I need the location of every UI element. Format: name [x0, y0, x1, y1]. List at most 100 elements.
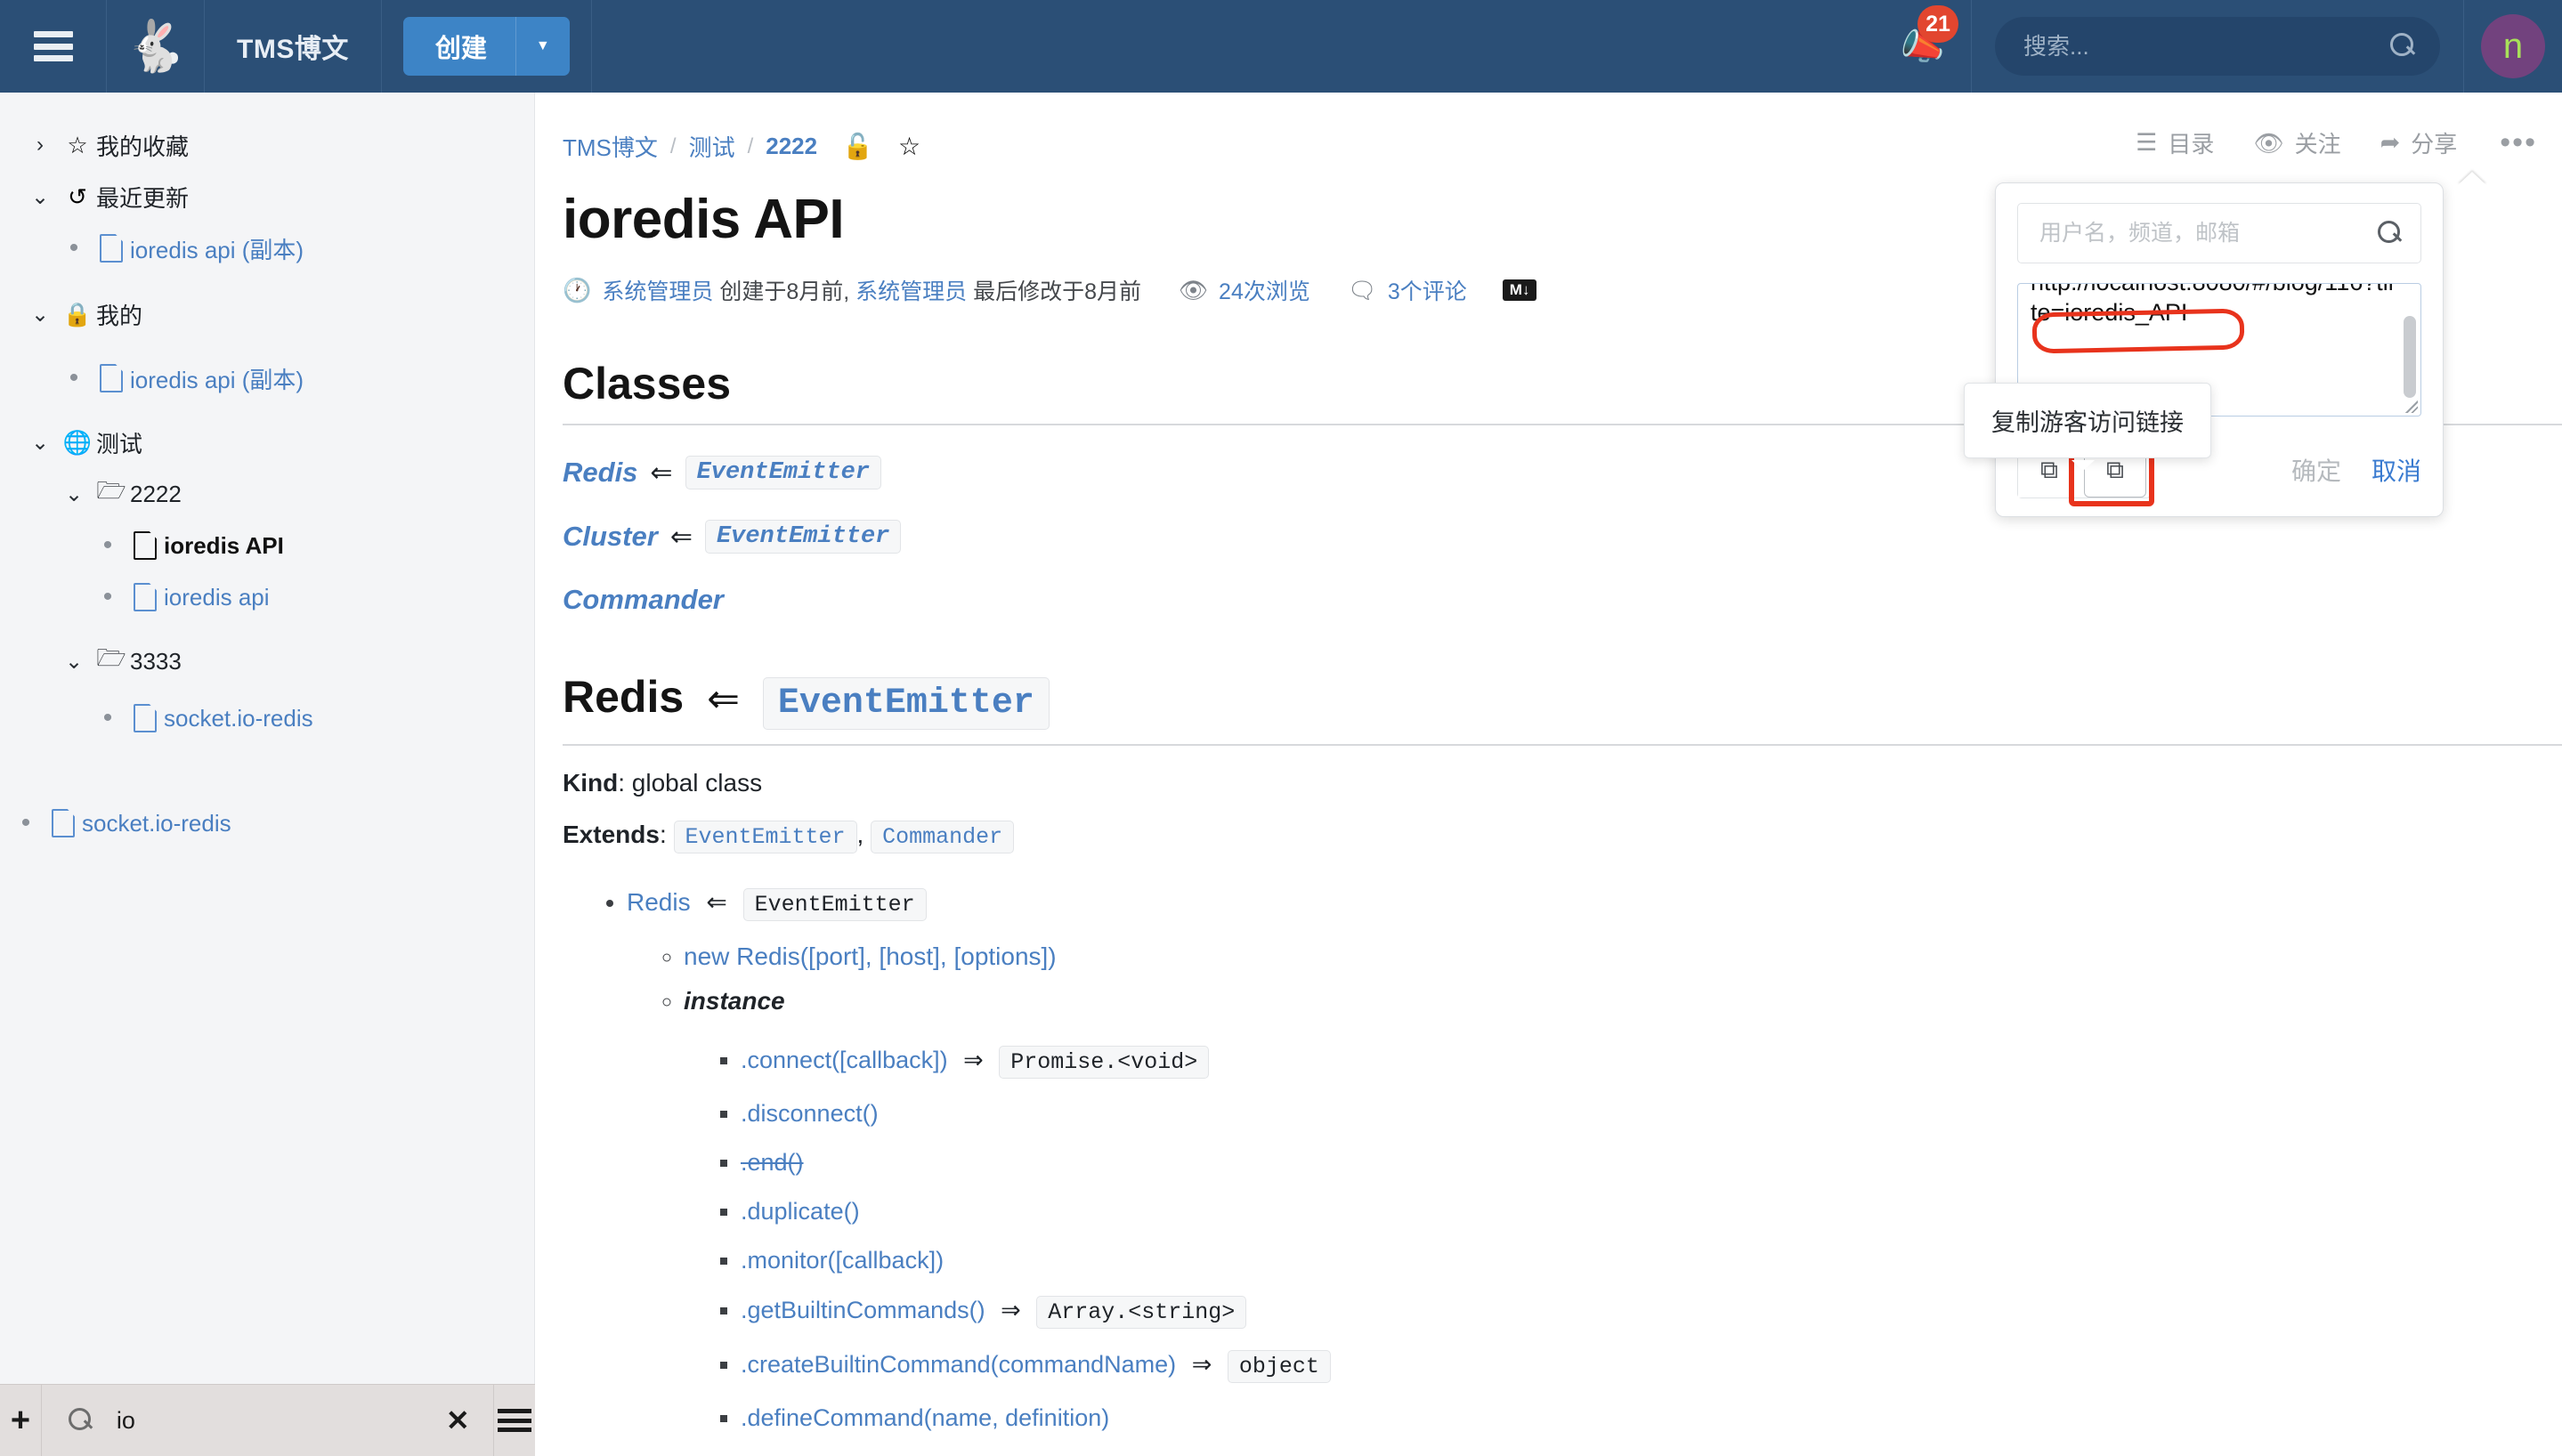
- list-icon: ☰: [2136, 129, 2158, 156]
- sidebar-item-label: socket.io-redis: [164, 704, 313, 732]
- sidebar-item-recent[interactable]: ⌄ ↺ 最近更新: [0, 171, 534, 222]
- chevron-down-icon[interactable]: ⌄: [55, 649, 93, 675]
- list-item: .defineCommand(name, definition): [741, 1404, 2562, 1432]
- more-actions-button[interactable]: •••: [2500, 127, 2537, 158]
- breadcrumb-item-2222[interactable]: 2222: [766, 133, 817, 160]
- sidebar-search-input[interactable]: [116, 1406, 432, 1435]
- class-entry-cluster: Cluster ⇐ EventEmitter: [563, 520, 2562, 554]
- sidebar-item-folder-3333[interactable]: ⌄ 🗁 3333: [0, 635, 534, 687]
- api-link-definecommand[interactable]: .defineCommand(name, definition): [741, 1404, 1109, 1431]
- sidebar-item-ioredis-api-current[interactable]: • ioredis API: [0, 520, 534, 571]
- api-link-disconnect[interactable]: .disconnect(): [741, 1100, 879, 1127]
- breadcrumb-separator: /: [747, 133, 754, 158]
- returns-arrow-icon: ⇒: [1191, 1351, 1212, 1378]
- share-url-scrollbar[interactable]: [2404, 316, 2416, 398]
- extends-arrow-icon: ⇐: [650, 457, 673, 488]
- api-link-duplicate[interactable]: .duplicate(): [741, 1198, 860, 1225]
- sidebar-item-label: ioredis api: [164, 583, 270, 611]
- section-heading-extends-code[interactable]: EventEmitter: [762, 677, 1050, 730]
- api-link-connect[interactable]: .connect([callback]): [741, 1047, 948, 1073]
- sidebar-item-page[interactable]: • ioredis api (副本): [0, 352, 534, 404]
- hamburger-icon: [497, 1409, 531, 1432]
- sidebar-options-button[interactable]: [494, 1385, 535, 1456]
- instance-member-list: .connect([callback]) ⇒ Promise.<void> .d…: [741, 1046, 2562, 1432]
- chevron-down-icon[interactable]: ⌄: [21, 302, 59, 328]
- chevron-down-icon[interactable]: ⌄: [55, 481, 93, 507]
- star-icon[interactable]: ☆: [898, 132, 920, 161]
- api-tree-root: Redis ⇐ EventEmitter new Redis([port], […: [627, 887, 2562, 1456]
- kind-label: Kind: [563, 769, 619, 797]
- brand-title: TMS博文: [237, 35, 349, 64]
- breadcrumb-item-space[interactable]: TMS博文: [563, 130, 658, 163]
- watch-button[interactable]: 👁 关注: [2253, 126, 2340, 159]
- unlock-icon[interactable]: 🔓: [842, 132, 873, 161]
- create-button-cell: 创建 ▼: [382, 0, 592, 93]
- api-link-createbuiltincommand[interactable]: .createBuiltinCommand(commandName): [741, 1351, 1176, 1378]
- page-actions-toolbar: ☰ 目录 👁 关注 ➦ 分享 •••: [2096, 126, 2537, 159]
- bullet-icon: •: [102, 530, 113, 560]
- sidebar-item-favorites[interactable]: › ☆ 我的收藏: [0, 119, 534, 171]
- chevron-right-icon[interactable]: ›: [21, 133, 59, 158]
- class-extends-code[interactable]: EventEmitter: [685, 456, 881, 489]
- sidebar-item-socketio-redis[interactable]: • socket.io-redis: [0, 797, 534, 849]
- share-button[interactable]: ➦ 分享: [2380, 126, 2458, 159]
- page-views[interactable]: 24次浏览: [1219, 274, 1310, 306]
- api-link-getbuiltincommands[interactable]: .getBuiltinCommands(): [741, 1297, 985, 1323]
- class-extends-code[interactable]: EventEmitter: [704, 520, 902, 554]
- sidebar-item-label: 3333: [130, 647, 182, 675]
- global-search-input[interactable]: [2023, 32, 2390, 61]
- sidebar-item-mine[interactable]: ⌄ 🔒 我的: [0, 288, 534, 340]
- eye-icon: 👁: [1179, 276, 1209, 303]
- user-avatar-button[interactable]: n: [2464, 0, 2562, 93]
- add-page-button[interactable]: +: [0, 1384, 42, 1456]
- search-icon: [68, 1408, 93, 1433]
- page-author-link[interactable]: 系统管理员: [602, 274, 713, 306]
- chevron-down-icon[interactable]: ⌄: [21, 430, 59, 456]
- sidebar-item-ioredis-api[interactable]: • ioredis api: [0, 571, 534, 623]
- list-item: .monitor([callback]): [741, 1247, 2562, 1274]
- share-user-search-box[interactable]: [2017, 203, 2421, 263]
- api-link-constructor[interactable]: new Redis([port], [host], [options]): [684, 942, 1057, 970]
- class-link[interactable]: Commander: [563, 584, 724, 616]
- global-search-box[interactable]: [1995, 17, 2440, 76]
- sidebar-item-test-space[interactable]: ⌄ 🌐 测试: [0, 417, 534, 468]
- page-created-text: 创建于8月前,: [719, 279, 850, 304]
- sidebar-item-socketio-redis-nested[interactable]: • socket.io-redis: [0, 692, 534, 744]
- share-url-value: http://localhost:8080/#/blog/116?tilte=i…: [2031, 284, 2394, 326]
- site-logo-button[interactable]: 🐇: [107, 0, 205, 93]
- api-link-end[interactable]: .end(): [741, 1149, 804, 1176]
- share-popup: http://localhost:8080/#/blog/116?tilte=i…: [1964, 182, 2444, 517]
- sidebar-search-box[interactable]: ✕: [42, 1384, 494, 1456]
- api-link-monitor[interactable]: .monitor([callback]): [741, 1247, 944, 1274]
- notifications-button[interactable]: 📣 21: [1874, 0, 1972, 93]
- global-menu-button[interactable]: [0, 0, 107, 93]
- create-button[interactable]: 创建 ▼: [402, 17, 570, 76]
- brand-link[interactable]: TMS博文: [205, 0, 382, 93]
- page-comments[interactable]: 3个评论: [1388, 274, 1467, 306]
- class-link[interactable]: Redis: [563, 457, 637, 489]
- clear-search-icon[interactable]: ✕: [432, 1403, 470, 1437]
- share-user-search-input[interactable]: [2039, 220, 2378, 247]
- page-modifier-link[interactable]: 系统管理员: [855, 274, 967, 306]
- kind-value: global class: [631, 769, 763, 797]
- api-link-redis[interactable]: Redis: [627, 888, 691, 916]
- folder-icon: 🗁: [96, 477, 126, 504]
- confirm-button[interactable]: 确定: [2291, 452, 2371, 488]
- toc-button[interactable]: ☰ 目录: [2136, 126, 2214, 159]
- resize-grip-icon[interactable]: [2405, 400, 2418, 413]
- extends-code-eventemitter[interactable]: EventEmitter: [673, 821, 857, 853]
- class-link[interactable]: Cluster: [563, 521, 658, 553]
- avatar: n: [2481, 14, 2545, 78]
- copy-icon: ⧉: [2040, 455, 2058, 483]
- chevron-down-icon[interactable]: ▼: [516, 38, 570, 54]
- chevron-down-icon[interactable]: ⌄: [21, 184, 59, 210]
- cancel-button[interactable]: 取消: [2371, 452, 2421, 488]
- page-tree: › ☆ 我的收藏 ⌄ ↺ 最近更新 • ioredis api (副本) ⌄ 🔒…: [0, 93, 534, 849]
- top-navigation-bar: 🐇 TMS博文 创建 ▼ 📣 21 n: [0, 0, 2562, 93]
- extends-code-commander[interactable]: Commander: [871, 821, 1015, 853]
- breadcrumb-item-test[interactable]: 测试: [689, 130, 735, 163]
- api-code-eventemitter[interactable]: EventEmitter: [742, 888, 927, 921]
- sidebar-item-page[interactable]: • ioredis api (副本): [0, 222, 534, 274]
- search-icon: [2390, 33, 2417, 60]
- sidebar-item-folder-2222[interactable]: ⌄ 🗁 2222: [0, 468, 534, 520]
